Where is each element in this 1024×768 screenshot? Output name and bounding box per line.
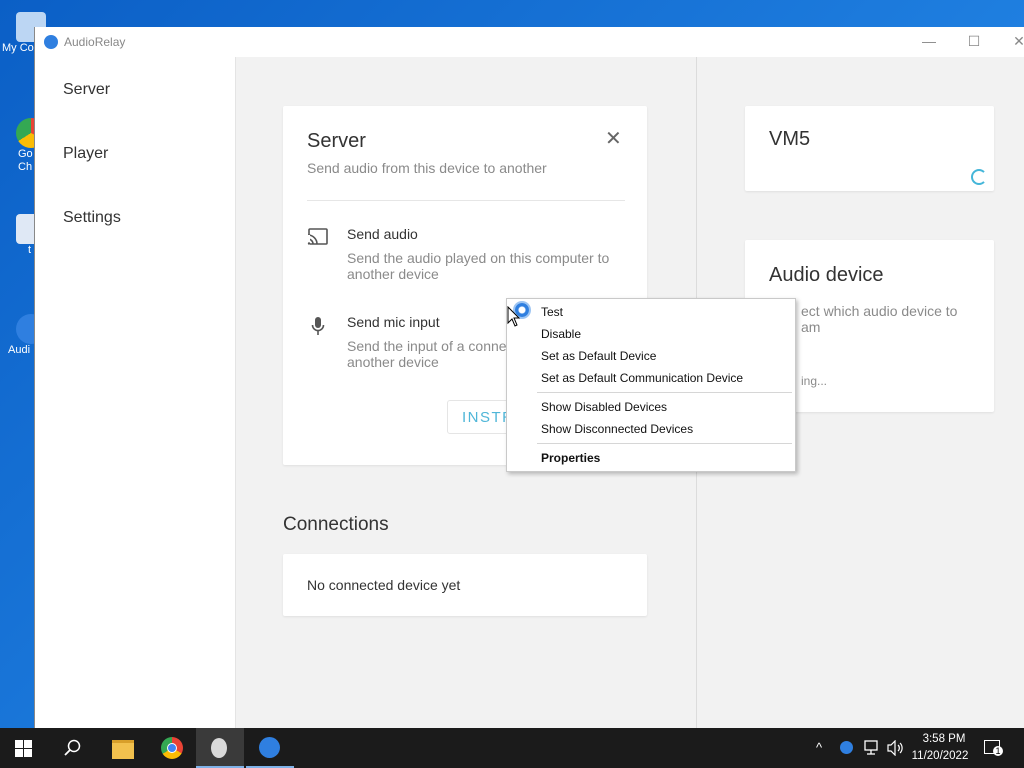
close-button[interactable]: ✕ — [1009, 31, 1024, 51]
send-audio-desc-line1: Send the audio played on this computer t… — [347, 250, 610, 266]
menu-item-set-default-communication-device[interactable]: Set as Default Communication Device — [541, 371, 743, 385]
audio-device-desc-line1: ect which audio device to — [801, 303, 958, 319]
close-icon[interactable]: ✕ — [605, 126, 622, 151]
audio-device-desc-line2: am — [801, 319, 821, 335]
server-card-title: Server — [307, 130, 366, 152]
title-bar[interactable]: AudioRelay — ☐ ✕ — [35, 27, 1024, 57]
maximize-button[interactable]: ☐ — [964, 31, 984, 51]
audio-device-status: ing... — [801, 374, 828, 388]
start-button[interactable] — [0, 728, 48, 768]
menu-item-properties[interactable]: Properties — [541, 451, 600, 465]
volume-icon[interactable] — [886, 740, 904, 756]
menu-separator — [537, 443, 792, 444]
chrome-taskbar-button[interactable] — [148, 728, 196, 768]
card-divider — [307, 200, 625, 201]
connections-card: No connected device yet — [283, 554, 647, 616]
loading-spinner-icon — [971, 169, 987, 185]
sidebar-item-settings[interactable]: Settings — [63, 209, 121, 227]
taskbar-date[interactable]: 11/20/2022 — [906, 750, 974, 762]
audiorelay-app-icon — [44, 35, 58, 49]
mouse-cursor-icon — [507, 306, 521, 327]
sound-settings-taskbar-button[interactable] — [196, 728, 244, 768]
vm-card-title: VM5 — [769, 128, 811, 150]
menu-item-disable[interactable]: Disable — [541, 327, 581, 341]
server-card-subtitle: Send audio from this device to another — [307, 160, 547, 176]
connections-empty-text: No connected device yet — [307, 577, 461, 593]
file-explorer-taskbar-button[interactable] — [98, 728, 146, 768]
vm-card[interactable]: VM5 — [745, 106, 994, 191]
send-audio-title: Send audio — [347, 226, 418, 242]
menu-item-test[interactable]: Test — [541, 305, 563, 319]
windows-icon — [15, 740, 32, 757]
send-mic-desc-line2: another device — [347, 354, 439, 370]
microphone-icon — [311, 317, 325, 335]
taskbar-time[interactable]: 3:58 PM — [914, 733, 974, 745]
minimize-button[interactable]: — — [919, 31, 939, 51]
cast-icon — [307, 228, 328, 245]
menu-separator — [537, 392, 792, 393]
audio-device-title: Audio device — [769, 264, 884, 286]
menu-item-set-default-device[interactable]: Set as Default Device — [541, 349, 656, 363]
show-hidden-icons-button[interactable]: ^ — [816, 740, 822, 755]
taskbar: ^ 3:58 PM 11/20/2022 1 — [0, 728, 1024, 768]
chrome-icon — [161, 737, 183, 759]
folder-icon — [112, 740, 134, 759]
sidebar-item-server[interactable]: Server — [63, 81, 110, 99]
desktop-icon-label: My Co — [2, 42, 34, 54]
search-icon — [64, 739, 81, 756]
send-mic-title: Send mic input — [347, 314, 440, 330]
sidebar-item-player[interactable]: Player — [63, 145, 108, 163]
notifications-icon[interactable]: 1 — [984, 740, 1003, 756]
audiorelay-icon — [259, 737, 280, 758]
menu-item-show-disabled-devices[interactable]: Show Disabled Devices — [541, 400, 667, 414]
menu-item-show-disconnected-devices[interactable]: Show Disconnected Devices — [541, 422, 693, 436]
send-audio-desc-line2: another device — [347, 266, 439, 282]
sound-app-icon — [211, 738, 227, 758]
send-mic-desc-line1: Send the input of a conne — [347, 338, 507, 354]
audiorelay-taskbar-button[interactable] — [246, 728, 294, 768]
connections-heading: Connections — [283, 514, 389, 535]
network-icon[interactable] — [862, 740, 880, 756]
sidebar: Server Player Settings — [35, 57, 236, 728]
search-button[interactable] — [48, 728, 96, 768]
window-title: AudioRelay — [64, 35, 126, 49]
notification-count-badge: 1 — [993, 746, 1003, 756]
context-menu: Test Disable Set as Default Device Set a… — [506, 298, 796, 472]
audiorelay-tray-icon[interactable] — [840, 741, 853, 754]
